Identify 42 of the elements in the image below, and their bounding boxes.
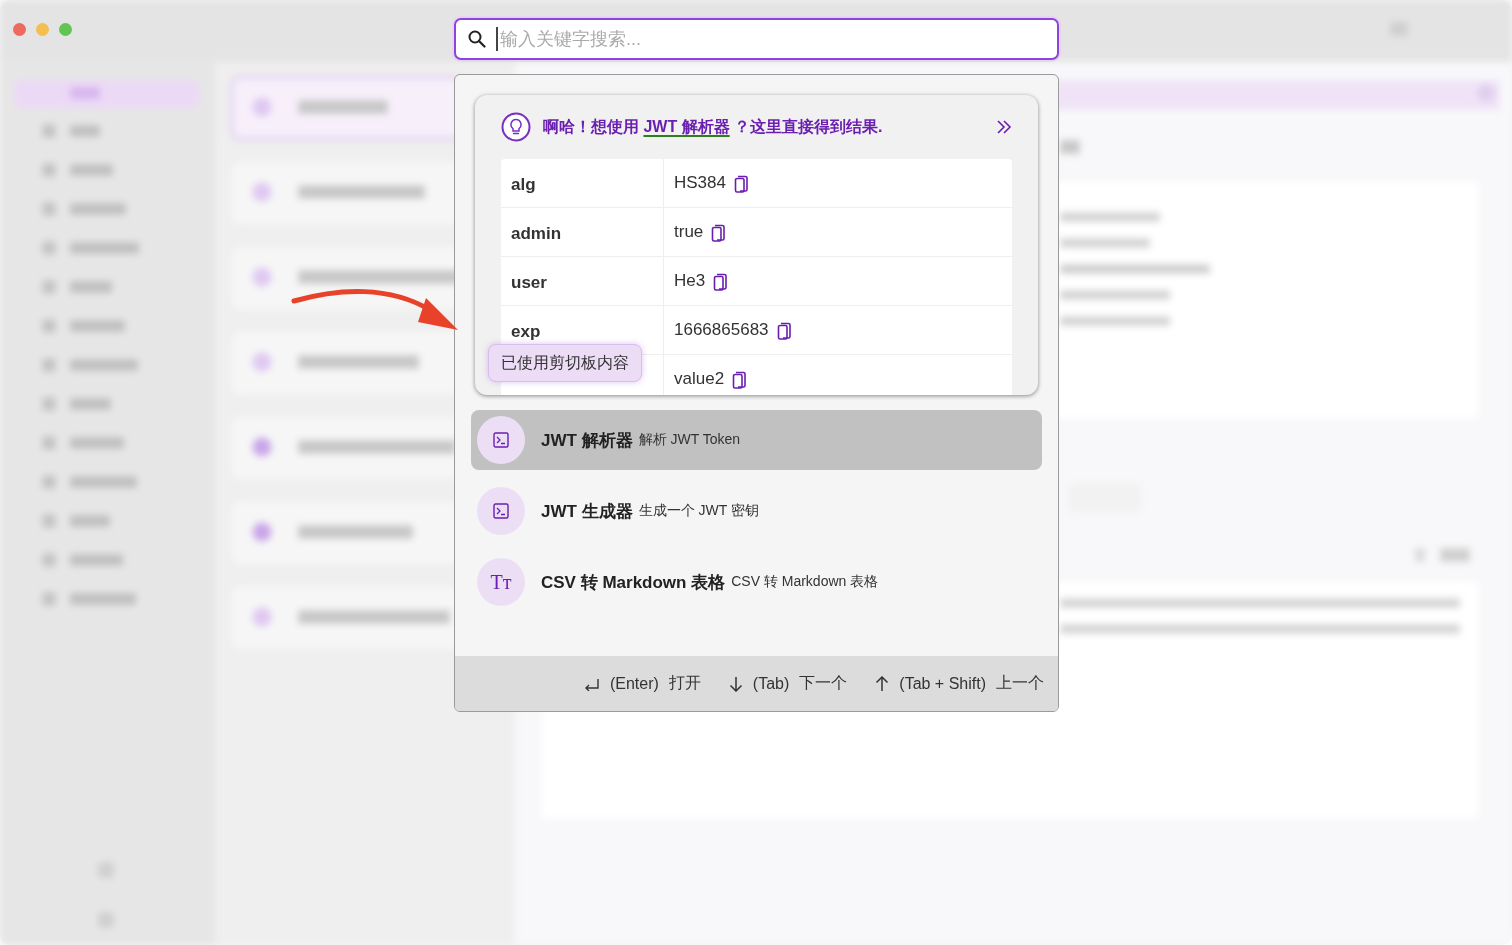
- result-description: CSV 转 Markdown 表格: [731, 573, 879, 591]
- result-item[interactable]: Tт CSV 转 Markdown 表格 CSV 转 Markdown 表格: [471, 552, 1042, 612]
- clipboard-toast: 已使用剪切板内容: [488, 344, 642, 382]
- shortcut-action: 上一个: [996, 673, 1044, 693]
- result-title: JWT 生成器: [541, 500, 633, 523]
- hint-message: 啊哈！想使用 JWT 解析器 ？这里直接得到结果.: [543, 116, 884, 137]
- text-cursor: [496, 27, 498, 51]
- result-title: JWT 解析器: [541, 429, 633, 452]
- double-chevron-icon[interactable]: [996, 119, 1012, 135]
- key-cell: alg: [501, 159, 664, 207]
- terminal-icon: [493, 432, 509, 448]
- terminal-icon: [493, 503, 509, 519]
- shortcut-key: (Tab + Shift): [899, 674, 986, 693]
- up-arrow-icon: [875, 675, 890, 692]
- enter-icon: [583, 676, 600, 691]
- result-item[interactable]: JWT 生成器 生成一个 JWT 密钥: [471, 481, 1042, 541]
- copy-icon[interactable]: [732, 369, 747, 389]
- value-text: true: [674, 222, 704, 242]
- text-format-icon: Tт: [490, 572, 512, 592]
- copy-icon[interactable]: [713, 271, 728, 291]
- key-cell: admin: [501, 208, 664, 256]
- result-item[interactable]: JWT 解析器 解析 JWT Token: [471, 410, 1042, 470]
- result-description: 解析 JWT Token: [638, 431, 740, 449]
- value-text: He3: [674, 271, 706, 291]
- shortcut-key: (Enter): [609, 674, 659, 693]
- copy-icon[interactable]: [776, 320, 791, 340]
- result-title: CSV 转 Markdown 表格: [541, 571, 726, 594]
- value-text: value2: [674, 369, 725, 389]
- search-icon: [468, 30, 486, 48]
- result-description: 生成一个 JWT 密钥: [638, 502, 759, 520]
- value-text: HS384: [674, 173, 726, 193]
- value-text: 1666865683: [674, 320, 769, 340]
- lightbulb-icon: [501, 112, 531, 142]
- shortcut-action: 打开: [668, 673, 701, 693]
- copy-icon[interactable]: [711, 222, 726, 242]
- shortcut-action: 下一个: [799, 673, 848, 693]
- shortcut-key: (Tab): [752, 674, 790, 693]
- key-cell: user: [501, 257, 664, 305]
- copy-icon[interactable]: [734, 173, 748, 193]
- down-arrow-icon: [728, 675, 743, 692]
- search-field[interactable]: 输入关键字搜索...: [454, 18, 1059, 60]
- tool-link[interactable]: JWT 解析器: [643, 117, 730, 135]
